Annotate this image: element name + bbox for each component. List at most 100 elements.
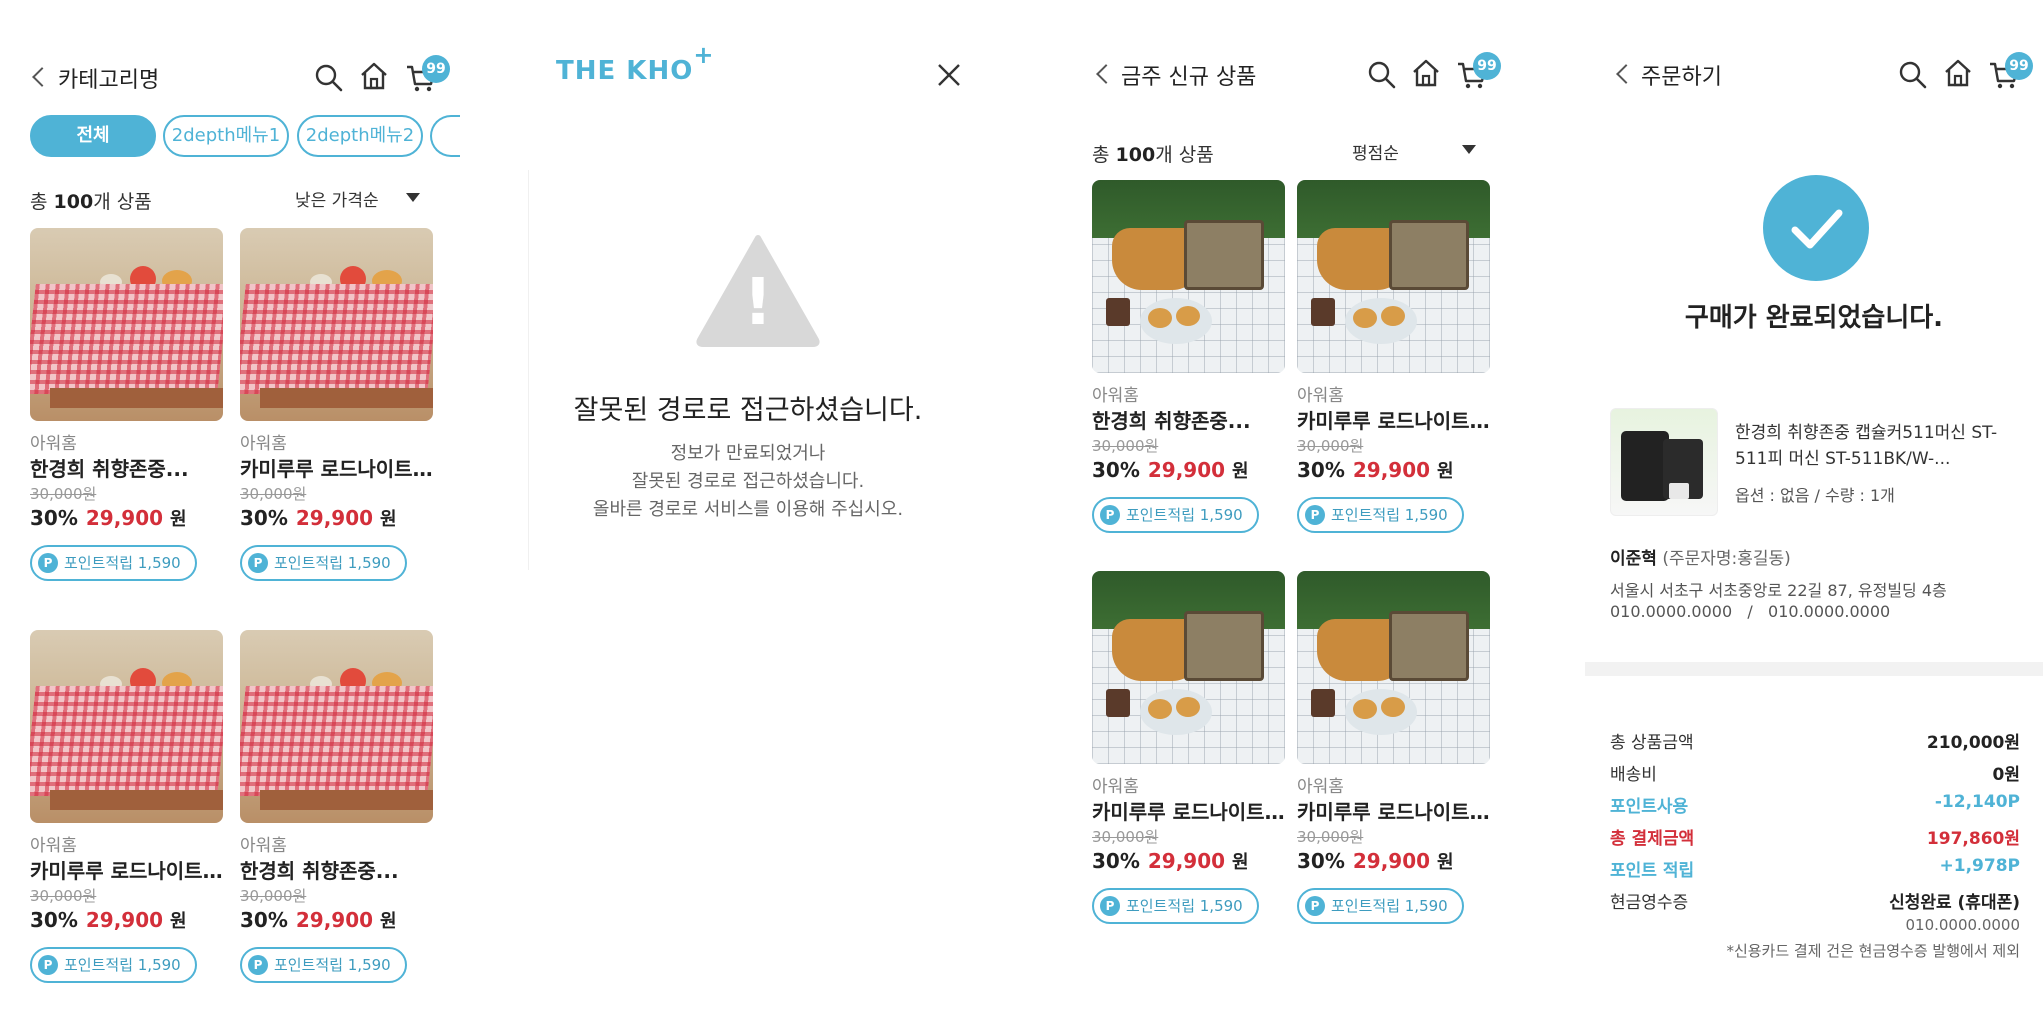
back-icon[interactable]: [1096, 64, 1116, 84]
sale-price: 30% 29,900 원: [1297, 849, 1454, 873]
product-image[interactable]: [1092, 180, 1285, 373]
summary-row-points-earned: 포인트 적립 +1,978P: [1610, 856, 2020, 881]
search-icon[interactable]: [313, 62, 345, 94]
product-name[interactable]: 카미루루 로드나이트...: [240, 453, 435, 481]
phone-numbers: 010.0000.0000 / 010.0000.0000: [1610, 602, 1891, 621]
summary-row-shipping: 배송비 0원: [1610, 765, 2020, 785]
page-title: 주문하기: [1641, 65, 1722, 90]
tab-2depth-menu2[interactable]: 2depth메뉴2: [297, 115, 423, 157]
error-title: 잘못된 경로로 접근하셨습니다.: [573, 395, 923, 426]
buyer-info: 이준혁 (주문자명:홍길동): [1610, 549, 1791, 569]
back-icon[interactable]: [32, 67, 52, 87]
product-brand: 아워홈: [30, 836, 77, 856]
home-icon[interactable]: [1942, 57, 1974, 89]
original-price: 30,000원: [1092, 437, 1159, 455]
product-image[interactable]: [1297, 571, 1490, 764]
dropdown-caret-icon[interactable]: [1462, 145, 1476, 154]
original-price: 30,000원: [30, 485, 97, 503]
product-name[interactable]: 한경희 취향존중...: [1092, 405, 1287, 433]
product-image[interactable]: [30, 228, 223, 421]
receipt-phone: 010.0000.0000: [1905, 916, 2020, 934]
check-circle-icon: [1763, 175, 1869, 281]
product-name[interactable]: 카미루루 로드나이트...: [30, 855, 225, 883]
product-brand: 아워홈: [30, 434, 77, 454]
product-card[interactable]: 아워홈 카미루루 로드나이트... 30,000원 30% 29,900 원 P포…: [1297, 180, 1492, 533]
product-name[interactable]: 한경희 취향존중...: [240, 855, 435, 883]
original-price: 30,000원: [240, 485, 307, 503]
product-name[interactable]: 카미루루 로드나이트...: [1297, 405, 1492, 433]
new-products-screen: 금주 신규 상품 99 총 100개 상품 평점순 아워홈 한경희 취향존중..…: [1070, 0, 1510, 1025]
sale-price: 30% 29,900 원: [30, 506, 187, 530]
error-message-line-3: 올바른 경로로 서비스를 이용해 주십시오.: [592, 499, 904, 520]
tab-2depth-menu1[interactable]: 2depth메뉴1: [163, 115, 289, 157]
point-coin-icon: P: [1305, 504, 1325, 525]
close-icon[interactable]: [936, 62, 962, 88]
product-image[interactable]: [240, 228, 433, 421]
point-coin-icon: P: [248, 954, 268, 975]
point-badge: P 포인트적립 1,590: [30, 947, 197, 983]
search-icon[interactable]: [1366, 59, 1398, 91]
original-price: 30,000원: [1092, 828, 1159, 846]
original-price: 30,000원: [30, 887, 97, 905]
summary-row-total-payment: 총 결제금액 197,860원: [1610, 829, 2020, 849]
dropdown-caret-icon[interactable]: [406, 193, 420, 202]
cart-count-badge: 99: [1473, 52, 1501, 80]
product-card[interactable]: 아워홈 한경희 취향존중... 30,000원 30% 29,900 원 P 포인트…: [1092, 180, 1287, 533]
point-badge: P 포인트적립 1,590: [30, 545, 197, 581]
product-card[interactable]: 아워홈 한경희 취향존중... 30,000원 30% 29,900 원 P 포인트…: [30, 228, 225, 581]
product-name[interactable]: 한경희 취향존중...: [30, 453, 225, 481]
product-card[interactable]: 아워홈 카미루루 로드나이트... 30,000원 30% 29,900 원 P포…: [1297, 571, 1492, 924]
product-brand: 아워홈: [240, 434, 287, 454]
summary-row-total-product: 총 상품금액 210,000원: [1610, 733, 2020, 753]
sale-price: 30% 29,900 원: [240, 908, 397, 932]
product-thumbnail[interactable]: [1610, 408, 1718, 516]
tab-more[interactable]: [430, 115, 460, 157]
shipping-address: 서울시 서초구 서초중앙로 22길 87, 유정빌딩 4층: [1610, 581, 1947, 600]
cart-count-badge: 99: [2005, 52, 2033, 80]
point-badge: P 포인트적립 1,590: [1297, 497, 1464, 533]
original-price: 30,000원: [1297, 437, 1364, 455]
order-product-name-line-1: 한경희 취향존중 캡슐커511머신 ST-: [1735, 423, 1998, 443]
product-card[interactable]: 아워홈 카미루루 로드나이트... 30,000원 30% 29,900 원 P포…: [30, 630, 225, 983]
original-price: 30,000원: [240, 887, 307, 905]
point-coin-icon: P: [248, 552, 268, 573]
product-card[interactable]: 아워홈 카미루루 로드나이트... 30,000원 30% 29,900 원 P포…: [1092, 571, 1287, 924]
product-image[interactable]: [1297, 180, 1490, 373]
product-brand: 아워홈: [1297, 777, 1344, 797]
order-product-option: 옵션 : 없음 / 수량 : 1개: [1735, 486, 1895, 505]
product-count: 총 100개 상품: [1092, 144, 1214, 166]
product-name[interactable]: 카미루루 로드나이트...: [1092, 796, 1287, 824]
product-card[interactable]: 아워홈 카미루루 로드나이트... 30,000원 30% 29,900 원 P포…: [240, 228, 435, 581]
point-badge: P 포인트적립 1,590: [1092, 497, 1259, 533]
svg-text:!: !: [743, 266, 772, 340]
tab-all[interactable]: 전체: [30, 115, 156, 157]
error-message-line-1: 정보가 만료되었거나: [670, 443, 826, 464]
product-name[interactable]: 카미루루 로드나이트...: [1297, 796, 1492, 824]
sort-select[interactable]: 낮은 가격순: [295, 186, 379, 211]
product-brand: 아워홈: [240, 836, 287, 856]
error-screen: THE KHO+ ! 잘못된 경로로 접근하셨습니다. 정보가 만료되었거나 잘…: [528, 0, 968, 1025]
product-image[interactable]: [30, 630, 223, 823]
home-icon[interactable]: [1410, 57, 1442, 89]
product-card[interactable]: 아워홈 한경희 취향존중... 30,000원 30% 29,900 원 P 포인트…: [240, 630, 435, 983]
order-complete-screen: 주문하기 99 구매가 완료되었습니다. 한경희 취향존중 캡슐커511머신 S…: [1585, 0, 2043, 1025]
product-image[interactable]: [240, 630, 433, 823]
warning-icon: !: [696, 235, 820, 347]
home-icon[interactable]: [358, 60, 390, 92]
brand-logo[interactable]: THE KHO+: [556, 41, 713, 86]
sort-select[interactable]: 평점순: [1352, 139, 1399, 164]
sale-price: 30% 29,900 원: [240, 506, 397, 530]
product-brand: 아워홈: [1297, 386, 1344, 406]
point-coin-icon: P: [1100, 895, 1120, 916]
point-coin-icon: P: [1305, 895, 1325, 916]
back-icon[interactable]: [1616, 64, 1636, 84]
order-product-name-line-2: 511피 머신 ST-511BK/W-...: [1735, 449, 1951, 469]
product-image[interactable]: [1092, 571, 1285, 764]
sale-price: 30% 29,900 원: [1092, 849, 1249, 873]
original-price: 30,000원: [1297, 828, 1364, 846]
search-icon[interactable]: [1897, 59, 1929, 91]
page-title: 금주 신규 상품: [1121, 65, 1257, 90]
point-coin-icon: P: [38, 552, 58, 573]
point-coin-icon: P: [38, 954, 58, 975]
point-badge: P 포인트적립 1,590: [1092, 888, 1259, 924]
